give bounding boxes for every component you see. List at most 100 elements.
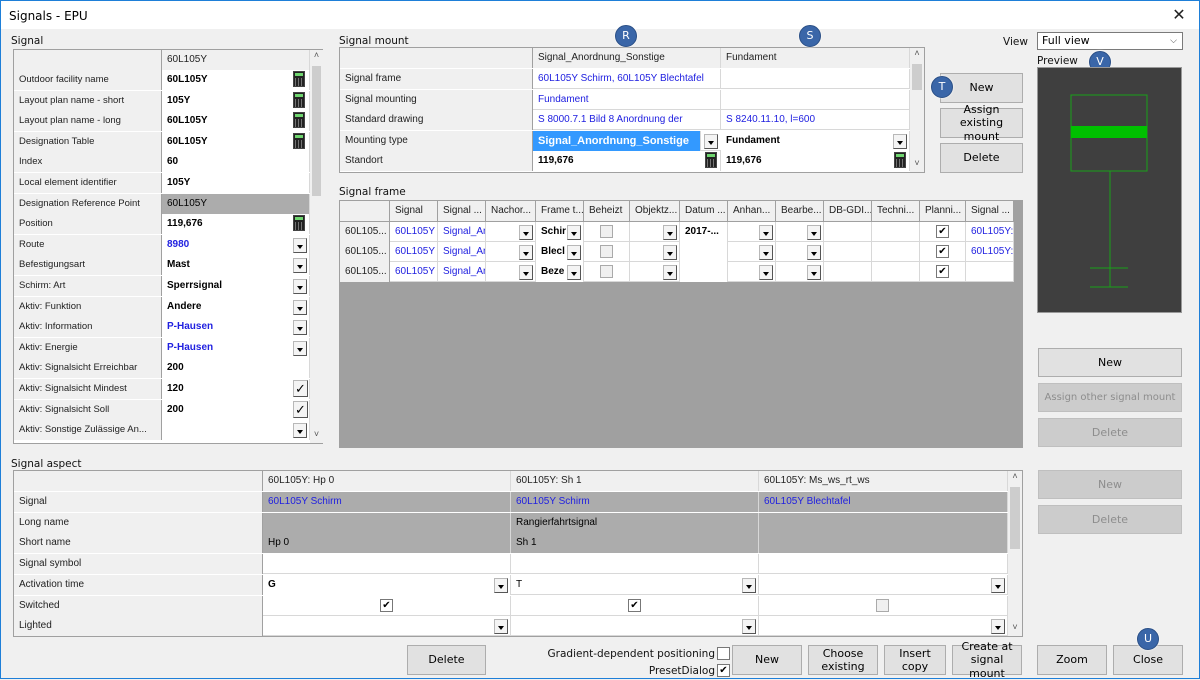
aspect-value[interactable] <box>511 616 759 636</box>
dropdown-arrow-icon[interactable] <box>807 245 821 260</box>
assign-other-signal-mount-button[interactable]: Assign other signal mount <box>1038 383 1182 412</box>
property-value[interactable]: 105Y <box>162 173 310 193</box>
scroll-down-icon[interactable]: ˅ <box>310 429 323 443</box>
dropdown-arrow-icon[interactable] <box>293 341 307 356</box>
scroll-up-icon[interactable]: ˄ <box>310 50 323 64</box>
zoom-button[interactable]: Zoom <box>1037 645 1107 675</box>
property-value[interactable]: Mast <box>162 255 310 275</box>
frame-column-header[interactable]: Signal <box>390 201 438 221</box>
dropdown-arrow-icon[interactable] <box>567 225 581 240</box>
calculator-icon[interactable] <box>293 215 305 231</box>
calculator-icon[interactable] <box>293 133 305 149</box>
mount-value[interactable] <box>721 69 910 89</box>
property-value[interactable]: 60L105Y <box>162 132 310 152</box>
aspect-delete-bottom-button[interactable]: Delete <box>407 645 486 675</box>
frame-column-header[interactable]: Objektz... <box>630 201 680 221</box>
aspect-delete-button[interactable]: Delete <box>1038 505 1182 534</box>
dropdown-arrow-icon[interactable] <box>293 258 307 273</box>
dropdown-arrow-icon[interactable] <box>893 134 907 149</box>
dropdown-arrow-icon[interactable] <box>991 578 1005 593</box>
calculator-icon[interactable] <box>705 152 717 168</box>
frame-column-header[interactable]: Anhan... <box>728 201 776 221</box>
dropdown-arrow-icon[interactable] <box>519 225 533 240</box>
frame-datum[interactable]: 2017-... <box>680 222 728 242</box>
switched-checkbox[interactable] <box>876 599 889 612</box>
gradient-positioning-checkbox[interactable] <box>717 647 730 660</box>
frame-column-header[interactable]: DB-GDI... <box>824 201 872 221</box>
frame-column-header[interactable]: Frame t... <box>536 201 584 221</box>
aspect-value[interactable] <box>263 616 511 636</box>
frame-column-header[interactable]: Nachor... <box>486 201 536 221</box>
dropdown-arrow-icon[interactable] <box>293 423 307 438</box>
aspect-value[interactable] <box>511 554 759 574</box>
frame-row[interactable]: 60L105... 60L105Y Signal_Ar Blecl ✔ 60L105Y: <box>340 242 1014 262</box>
aspect-new-button[interactable]: New <box>1038 470 1182 499</box>
check-icon[interactable]: ✓ <box>293 401 308 418</box>
dropdown-arrow-icon[interactable] <box>567 245 581 260</box>
frame-row[interactable]: 60L105... 60L105Y Signal_Ar Schir 2017-... ✔ 6… <box>340 222 1014 242</box>
mount-value[interactable]: S 8000.7.1 Bild 8 Anordnung der <box>533 110 721 130</box>
choose-existing-button[interactable]: Choose existing <box>808 645 878 675</box>
planning-checkbox[interactable]: ✔ <box>936 265 949 278</box>
switched-checkbox[interactable]: ✔ <box>628 599 641 612</box>
frame-column-header[interactable]: Signal ... <box>438 201 486 221</box>
scroll-up-icon[interactable]: ˄ <box>910 48 924 62</box>
dropdown-arrow-icon[interactable] <box>494 578 508 593</box>
frame-column-header[interactable]: Datum ... <box>680 201 728 221</box>
frame-datum[interactable] <box>680 262 728 282</box>
mount-delete-button[interactable]: Delete <box>940 143 1023 173</box>
dropdown-arrow-icon[interactable] <box>494 619 508 634</box>
dropdown-arrow-icon[interactable] <box>759 225 773 240</box>
create-at-signal-mount-button[interactable]: Create at signal mount <box>952 640 1022 680</box>
dropdown-arrow-icon[interactable] <box>663 265 677 280</box>
aspect-value[interactable] <box>263 554 511 574</box>
dropdown-arrow-icon[interactable] <box>519 245 533 260</box>
aspect-value[interactable]: G <box>263 575 511 595</box>
property-value[interactable]: Andere <box>162 297 310 317</box>
property-value[interactable]: 8980 <box>162 235 310 255</box>
property-value[interactable]: 120 <box>162 379 310 399</box>
frame-column-header[interactable]: Techni... <box>872 201 920 221</box>
property-value[interactable]: 60 <box>162 152 310 172</box>
property-value[interactable] <box>162 420 310 440</box>
property-value[interactable]: 60L105Y <box>162 111 310 131</box>
mount-value[interactable]: Signal_Anordnung_Sonstige <box>533 131 701 151</box>
frame-datum[interactable] <box>680 242 728 262</box>
scroll-thumb[interactable] <box>1010 487 1020 549</box>
dropdown-arrow-icon[interactable] <box>807 265 821 280</box>
beheizt-checkbox[interactable] <box>600 265 613 278</box>
frame-column-header[interactable]: Signal ... <box>966 201 1014 221</box>
mount-scrollbar[interactable]: ˄ ˅ <box>910 48 924 172</box>
mount-value[interactable]: 119,676 <box>533 151 721 171</box>
dropdown-arrow-icon[interactable] <box>807 225 821 240</box>
switched-checkbox[interactable]: ✔ <box>380 599 393 612</box>
frame-new-button[interactable]: New <box>1038 348 1182 377</box>
property-value[interactable]: P-Hausen <box>162 338 310 358</box>
insert-copy-button[interactable]: Insert copy <box>884 645 946 675</box>
frame-row[interactable]: 60L105... 60L105Y Signal_Ar Beze ✔ <box>340 262 1014 282</box>
scroll-down-icon[interactable]: ˅ <box>910 158 924 172</box>
aspect-value[interactable] <box>759 575 1008 595</box>
calculator-icon[interactable] <box>293 112 305 128</box>
mount-value[interactable]: 60L105Y Schirm, 60L105Y Blechtafel <box>533 69 721 89</box>
dropdown-arrow-icon[interactable] <box>293 238 307 253</box>
dropdown-arrow-icon[interactable] <box>293 300 307 315</box>
aspect-value[interactable] <box>759 616 1008 636</box>
preset-dialog-checkbox[interactable]: ✔ <box>717 664 730 677</box>
frame-column-header[interactable]: Beheizt <box>584 201 630 221</box>
frame-column-header[interactable] <box>340 201 390 221</box>
aspect-scrollbar[interactable]: ˄ ˅ <box>1008 471 1022 636</box>
frame-row-header[interactable]: 60L105... <box>340 222 390 242</box>
property-value[interactable]: 119,676 <box>162 214 310 234</box>
scroll-up-icon[interactable]: ˄ <box>1008 471 1022 485</box>
dropdown-arrow-icon[interactable] <box>663 225 677 240</box>
dropdown-arrow-icon[interactable] <box>293 320 307 335</box>
scroll-down-icon[interactable]: ˅ <box>1008 622 1022 636</box>
dropdown-arrow-icon[interactable] <box>663 245 677 260</box>
beheizt-checkbox[interactable] <box>600 245 613 258</box>
check-icon[interactable]: ✓ <box>293 380 308 397</box>
dropdown-arrow-icon[interactable] <box>519 265 533 280</box>
planning-checkbox[interactable]: ✔ <box>936 225 949 238</box>
property-value[interactable]: 60L105Y <box>162 70 310 90</box>
close-icon[interactable]: ✕ <box>1167 5 1191 25</box>
